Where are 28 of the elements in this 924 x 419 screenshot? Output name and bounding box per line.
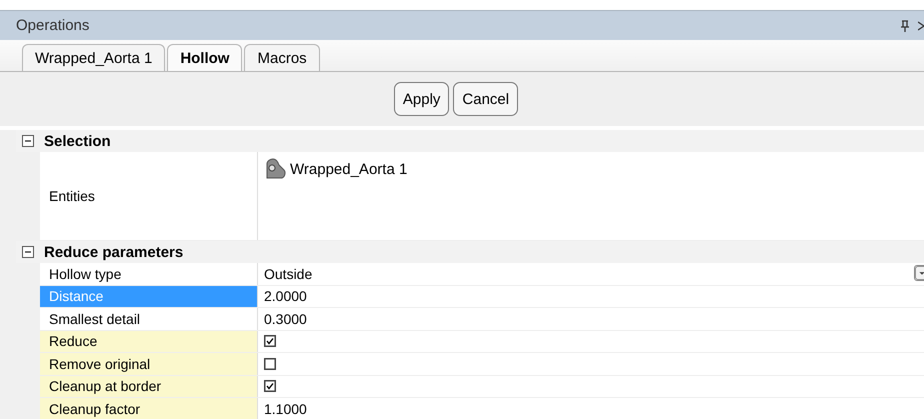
value-text: Outside (264, 266, 312, 282)
value-text: 2.0000 (264, 288, 307, 304)
panel-title: Operations (16, 17, 90, 34)
value-text: 1.1000 (264, 400, 307, 417)
property-label[interactable]: Hollow type (40, 263, 258, 284)
tab[interactable]: Hollow (167, 44, 242, 71)
action-button[interactable]: Cancel (453, 82, 518, 116)
tab[interactable]: Macros (244, 44, 320, 71)
collapse-icon[interactable] (22, 135, 34, 147)
property-label[interactable]: Smallest detail (40, 308, 258, 330)
property-label[interactable]: Cleanup at border (40, 376, 258, 397)
property-label[interactable]: Remove original (40, 353, 258, 374)
checkbox[interactable] (264, 358, 276, 370)
property-label[interactable]: Cleanup factor (40, 398, 258, 419)
tab[interactable]: Wrapped_Aorta 1 (22, 44, 166, 71)
property-label[interactable]: Reduce (40, 330, 258, 352)
category-title: Reduce parameters (44, 244, 184, 260)
checkbox[interactable] (264, 380, 276, 392)
value-text: 0.3000 (264, 310, 307, 327)
entity-name: Wrapped_Aorta 1 (290, 160, 408, 178)
pin-icon[interactable] (900, 20, 910, 32)
property-label[interactable]: Entities (40, 152, 258, 240)
category-title: Selection (44, 132, 111, 150)
action-button[interactable]: Apply (394, 82, 450, 116)
checkbox[interactable] (264, 335, 276, 348)
mesh-object-icon (264, 158, 288, 180)
close-icon[interactable] (918, 20, 924, 30)
collapse-icon[interactable] (22, 246, 34, 258)
